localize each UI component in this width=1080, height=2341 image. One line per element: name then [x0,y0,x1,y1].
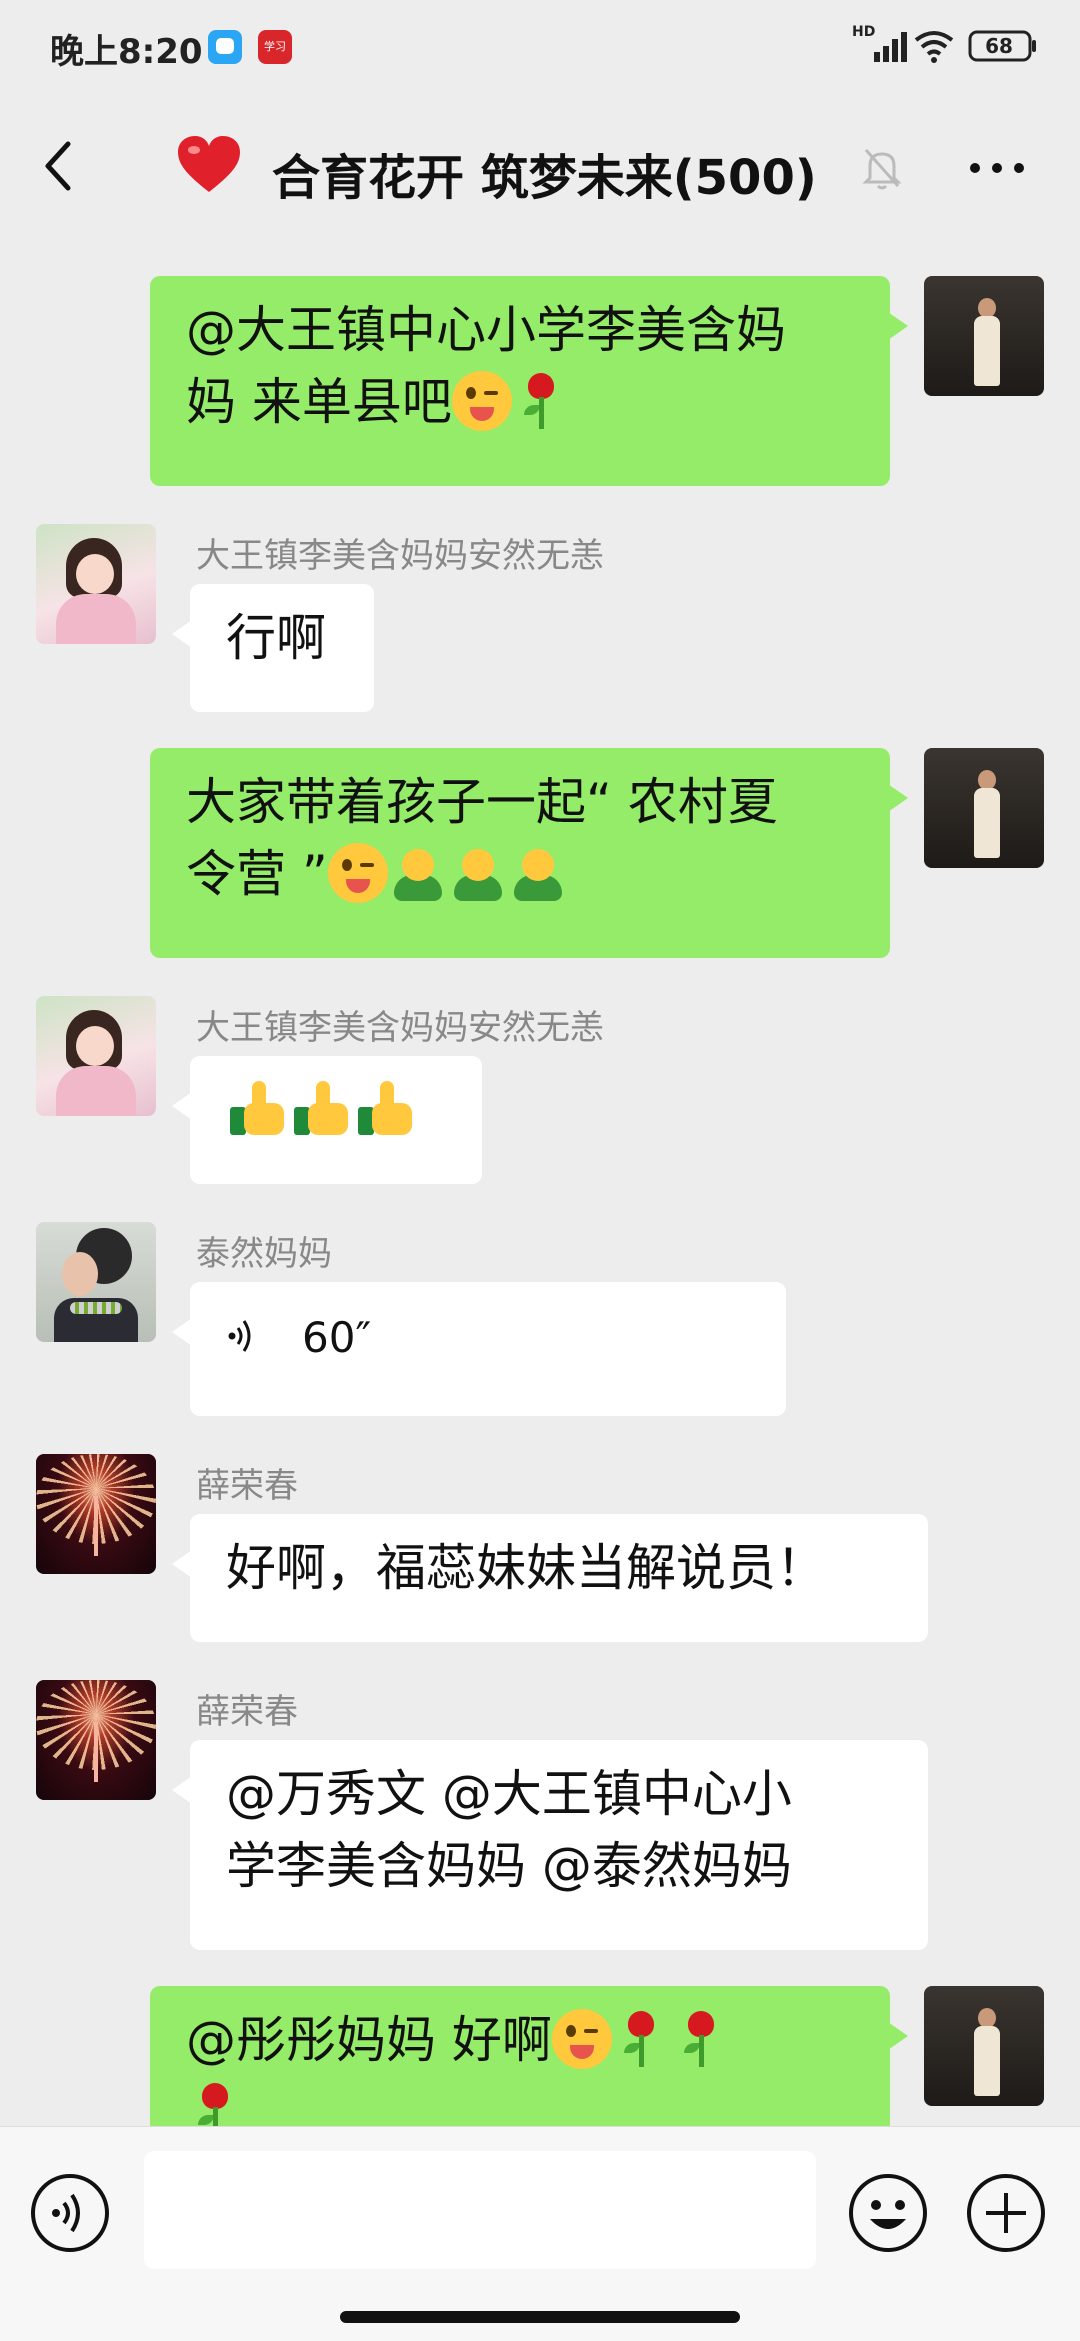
avatar[interactable] [36,524,156,644]
message-text: 学李美含妈妈 @泰然妈妈 [226,1837,792,1895]
message-bubble[interactable]: 好啊，福蕊妹妹当解说员！ [172,1514,928,1642]
more-icon[interactable] [962,148,1032,188]
message-bubble[interactable]: @大王镇中心小学李美含妈 妈 来单县吧 [150,276,908,486]
message-bubble[interactable]: @万秀文 @大王镇中心小 学李美含妈妈 @泰然妈妈 [172,1740,928,1950]
message-bubble[interactable] [172,1056,482,1184]
message-text: @大王镇中心小学李美含妈 [186,301,786,359]
back-icon[interactable] [38,136,78,196]
avatar[interactable] [36,1680,156,1800]
avatar[interactable] [924,748,1044,868]
message-bubble[interactable]: 大家带着孩子一起“ 农村夏 令营 ” [150,748,908,958]
avatar[interactable] [924,276,1044,396]
message-text: 大家带着孩子一起“ 农村夏 [186,773,778,831]
chat-header: 合育花开 筑梦未来(500) [0,96,1080,238]
home-indicator[interactable] [340,2311,740,2323]
status-bar: 晚上8:20 学习 HD 68 [0,0,1080,96]
avatar[interactable] [36,996,156,1116]
notification-study-icon: 学习 [258,30,292,64]
message-text: 行啊 [226,609,326,667]
chat-title: 合育花开 筑梦未来(500) [272,150,817,206]
thumbs-up-emoji [354,1079,418,1139]
sender-name: 薛荣春 [196,1466,298,1506]
sender-name: 大王镇李美含妈妈安然无恙 [196,536,604,576]
sender-name: 泰然妈妈 [196,1234,332,1274]
rose-emoji [612,2009,672,2069]
thumbs-up-emoji [226,1079,290,1139]
sender-name: 薛荣春 [196,1692,298,1732]
rose-emoji [512,371,572,431]
voice-input-icon[interactable] [30,2173,110,2253]
avatar[interactable] [36,1222,156,1342]
voice-message[interactable]: 60″ [172,1282,786,1416]
rose-emoji [672,2009,732,2069]
wifi-icon [914,31,954,63]
input-bar [0,2126,1080,2341]
voice-icon [228,1320,251,1352]
message-input[interactable] [144,2151,816,2269]
message-bubble[interactable]: 行啊 [172,584,374,712]
wink-emoji [451,371,512,431]
message-text: 好啊，福蕊妹妹当解说员！ [226,1539,826,1597]
wink-emoji [327,843,388,903]
battery-level: 68 [985,34,1013,58]
message-text: 妈 来单县吧 [186,373,452,431]
voice-duration: 60″ [302,1313,372,1362]
buddy-emoji [508,843,568,903]
avatar[interactable] [924,1986,1044,2106]
buddy-emoji [448,843,508,903]
mute-icon [862,149,902,190]
thumbs-up-emoji [290,1079,354,1139]
emoji-icon[interactable] [848,2173,928,2253]
plus-icon[interactable] [966,2173,1046,2253]
message-text: @彤彤妈妈 好啊 [186,2011,552,2069]
signal-icon [874,32,907,62]
wink-emoji [551,2009,612,2069]
avatar[interactable] [36,1454,156,1574]
message-text: @万秀文 @大王镇中心小 [226,1765,792,1823]
heart-icon [178,136,240,192]
message-text: 令营 ” [186,845,328,903]
status-time: 晚上8:20 [50,32,203,72]
notification-app-icon [208,30,242,64]
sender-name: 大王镇李美含妈妈安然无恙 [196,1008,604,1048]
buddy-emoji [388,843,448,903]
